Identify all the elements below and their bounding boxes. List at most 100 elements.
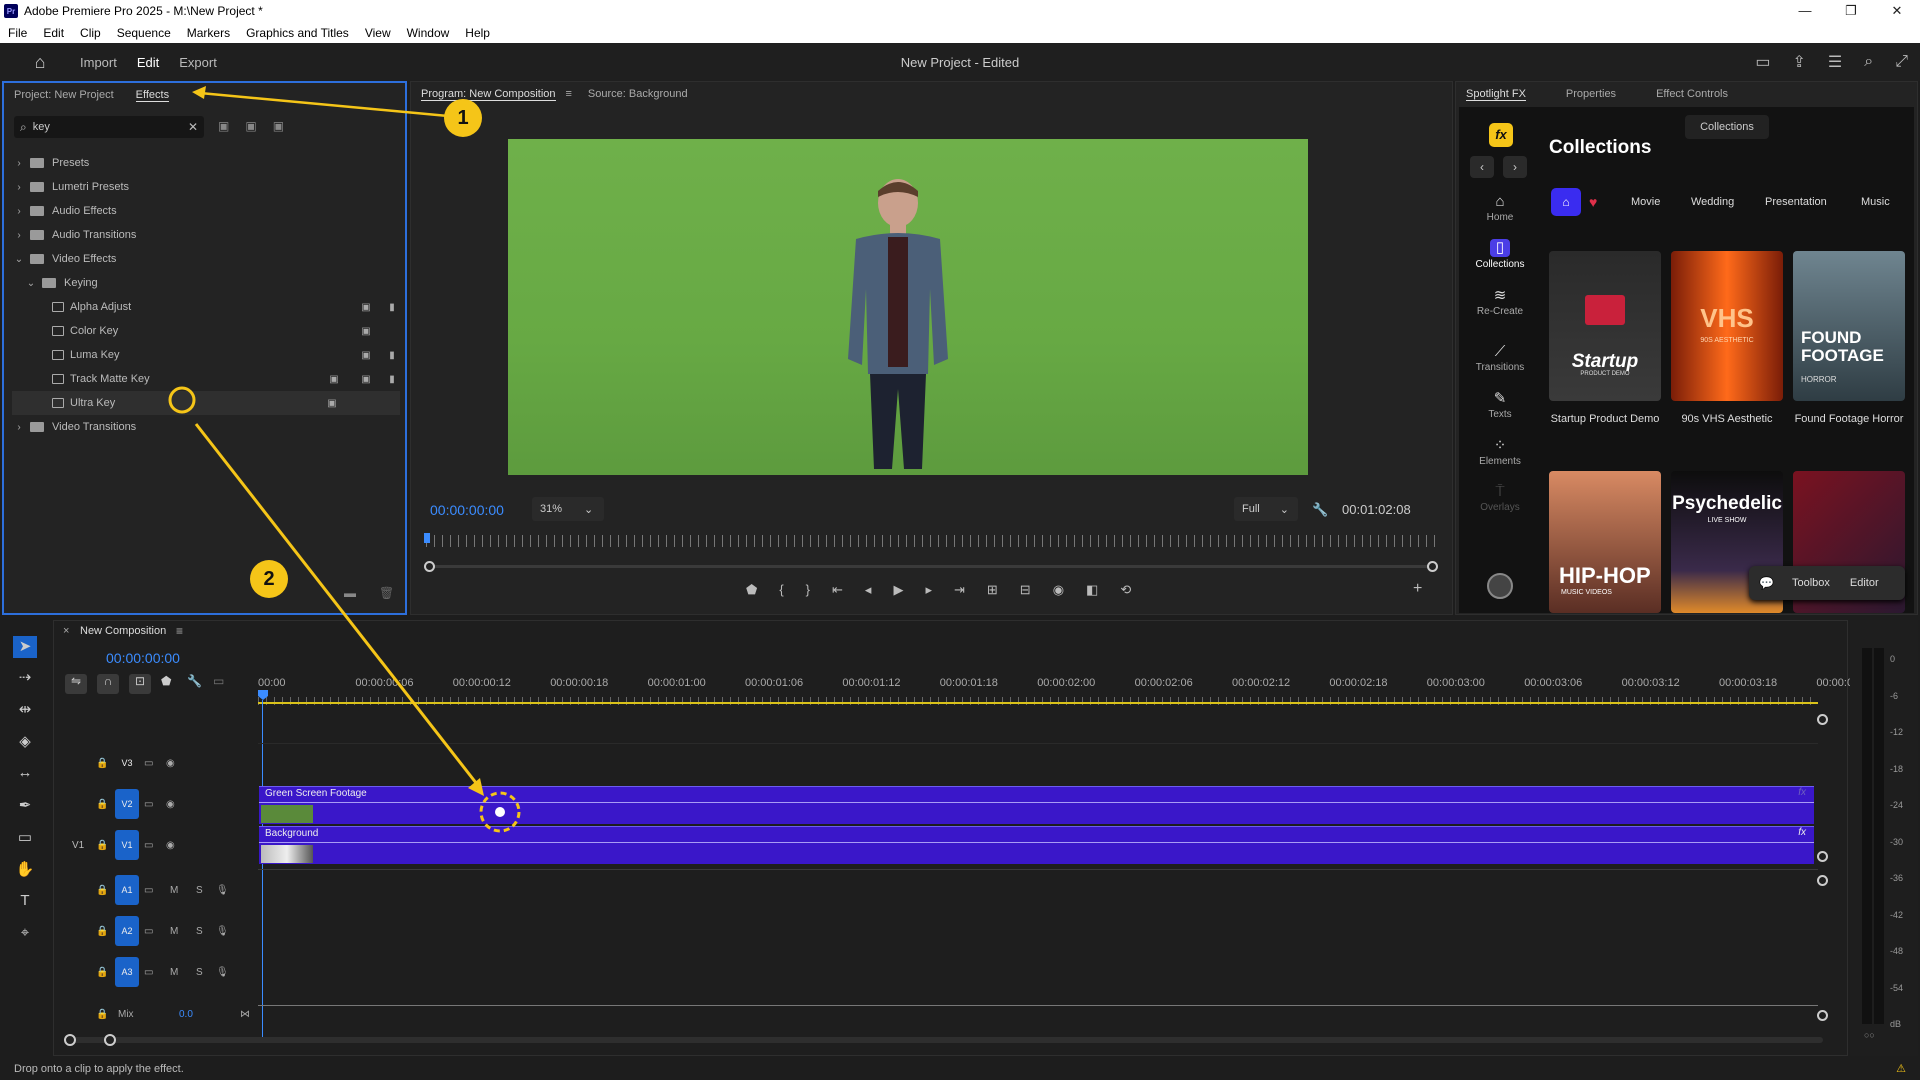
step-forward-icon[interactable]: ▸: [925, 582, 932, 598]
vr-video-icon[interactable]: ⟲: [1120, 582, 1131, 598]
mute-button[interactable]: M: [170, 967, 178, 978]
microphone-icon[interactable]: 🎙: [216, 967, 229, 978]
menu-clip[interactable]: Clip: [72, 26, 109, 40]
menu-help[interactable]: Help: [457, 26, 498, 40]
razor-tool-icon[interactable]: ◈: [10, 732, 40, 764]
chevron-right-icon[interactable]: ›: [12, 206, 26, 217]
playhead-marker[interactable]: [424, 533, 430, 543]
eye-icon[interactable]: ◉: [166, 840, 175, 851]
tree-item-color-key[interactable]: Color Key ▣: [12, 319, 402, 343]
microphone-icon[interactable]: 🎙: [216, 885, 229, 896]
lock-icon[interactable]: 🔒: [96, 799, 108, 810]
trash-icon[interactable]: 🗑: [379, 586, 394, 600]
category-movie[interactable]: Movie: [1631, 196, 1660, 208]
menu-graphics-and-titles[interactable]: Graphics and Titles: [238, 26, 357, 40]
nav-overlays[interactable]: ⍑ Overlays: [1462, 483, 1538, 513]
home-icon[interactable]: ⌂: [20, 52, 60, 73]
lock-icon[interactable]: 🔒: [96, 967, 108, 978]
rectangle-tool-icon[interactable]: ▭: [10, 828, 40, 860]
menu-edit[interactable]: Edit: [35, 26, 72, 40]
back-arrow-icon[interactable]: ‹: [1470, 156, 1494, 178]
tree-item-presets[interactable]: › Presets: [12, 151, 402, 175]
search-help-icon[interactable]: ⌕: [1864, 53, 1873, 71]
monitor-zoom-bar[interactable]: [428, 565, 1434, 568]
sequence-tab[interactable]: New Composition: [80, 625, 166, 637]
new-bin-icon[interactable]: ▬: [344, 586, 356, 600]
tree-item-video-effects[interactable]: ⌄ Video Effects: [12, 247, 402, 271]
category-home-icon[interactable]: ⌂: [1551, 188, 1581, 216]
card-found-footage-horror[interactable]: FOUND FOOTAGE HORROR: [1793, 251, 1905, 401]
category-wedding[interactable]: Wedding: [1691, 196, 1734, 208]
timeline-timecode[interactable]: 00:00:00:00: [106, 650, 180, 666]
tab-effects[interactable]: Effects: [135, 89, 170, 102]
sync-lock-icon[interactable]: ▭: [144, 758, 153, 769]
button-editor-plus-icon[interactable]: +: [1413, 580, 1422, 598]
workspaces-icon[interactable]: ☰: [1828, 52, 1842, 72]
monitor-ruler[interactable]: [426, 535, 1436, 547]
tab-export[interactable]: Export: [179, 55, 217, 70]
tab-spotlight-fx[interactable]: Spotlight FX: [1466, 88, 1526, 101]
chevron-right-icon[interactable]: ›: [12, 158, 26, 169]
nest-icon[interactable]: ⇋: [65, 674, 87, 694]
comparison-view-icon[interactable]: ◧: [1086, 582, 1098, 598]
sequence-menu-icon[interactable]: ≡: [176, 624, 183, 638]
tree-item-video-transitions[interactable]: › Video Transitions: [12, 415, 402, 439]
mute-button[interactable]: M: [170, 926, 178, 937]
mute-button[interactable]: M: [170, 885, 178, 896]
menu-view[interactable]: View: [357, 26, 399, 40]
fullscreen-icon[interactable]: ⤢: [1895, 53, 1908, 71]
close-button[interactable]: ✕: [1874, 0, 1920, 22]
lift-icon[interactable]: ⊞: [987, 582, 998, 598]
quality-select[interactable]: Full ⌄: [1234, 497, 1298, 521]
zoom-select[interactable]: 31% ⌄: [532, 497, 604, 521]
microphone-icon[interactable]: 🎙: [216, 926, 229, 937]
audio-scroll-handle-bottom[interactable]: [1817, 1010, 1828, 1021]
chevron-down-icon[interactable]: ⌄: [24, 278, 38, 289]
solo-button[interactable]: S: [196, 967, 203, 978]
card-hip-hop-music-videos[interactable]: HIP-HOP MUSIC VIDEOS: [1549, 471, 1661, 613]
tree-item-track-matte-key[interactable]: Track Matte Key ▣ ▣ ▮: [12, 367, 402, 391]
video-scroll-handle-top[interactable]: [1817, 714, 1828, 725]
nav-home[interactable]: ⌂ Home: [1462, 193, 1538, 223]
slip-tool-icon[interactable]: ↔: [10, 764, 40, 796]
scroll-handle-left[interactable]: [64, 1034, 76, 1046]
program-video-frame[interactable]: [508, 139, 1308, 475]
maximize-button[interactable]: ❐: [1828, 0, 1874, 22]
track-label-v3[interactable]: V3: [115, 748, 139, 778]
editor-button[interactable]: Editor: [1850, 577, 1879, 589]
go-to-in-icon[interactable]: ⇤: [832, 582, 843, 598]
track-label-v1[interactable]: V1: [115, 830, 139, 860]
mark-out-icon[interactable]: }: [806, 582, 810, 598]
eye-icon[interactable]: ◉: [166, 799, 175, 810]
warning-icon[interactable]: ⚠: [1896, 1058, 1906, 1080]
scroll-handle-right[interactable]: [104, 1034, 116, 1046]
extract-icon[interactable]: ⊟: [1020, 582, 1031, 598]
track-label-a1[interactable]: A1: [115, 875, 139, 905]
tree-item-luma-key[interactable]: Luma Key ▣ ▮: [12, 343, 402, 367]
chevron-right-icon[interactable]: ›: [12, 182, 26, 193]
snap-icon[interactable]: ∩: [97, 674, 119, 694]
close-sequence-icon[interactable]: ×: [63, 625, 69, 637]
play-icon[interactable]: ▶: [893, 582, 903, 598]
category-music[interactable]: Music: [1861, 196, 1890, 208]
card-90s-vhs-aesthetic[interactable]: VHS 90S AESTHETIC: [1671, 251, 1783, 401]
timeline-settings-icon[interactable]: 🔧: [187, 674, 203, 694]
pen-tool-icon[interactable]: ✒: [10, 796, 40, 828]
tab-program[interactable]: Program: New Composition: [421, 88, 556, 101]
collections-button[interactable]: Collections: [1685, 115, 1769, 139]
tab-import[interactable]: Import: [80, 55, 117, 70]
chat-icon[interactable]: 💬: [1759, 576, 1774, 590]
chevron-right-icon[interactable]: ›: [12, 422, 26, 433]
tree-item-lumetri-presets[interactable]: › Lumetri Presets: [12, 175, 402, 199]
menu-markers[interactable]: Markers: [179, 26, 238, 40]
tree-item-audio-effects[interactable]: › Audio Effects: [12, 199, 402, 223]
track-label-a3[interactable]: A3: [115, 957, 139, 987]
tree-item-keying[interactable]: ⌄ Keying: [12, 271, 402, 295]
tree-item-ultra-key[interactable]: Ultra Key ▣: [12, 391, 400, 415]
nav-re-create[interactable]: ≋ Re-Create: [1462, 286, 1538, 317]
favorites-heart-icon[interactable]: ♥: [1589, 194, 1597, 210]
meter-solo-icon[interactable]: ○○: [1864, 1030, 1875, 1040]
solo-button[interactable]: S: [196, 926, 203, 937]
linked-selection-icon[interactable]: ⊡: [129, 674, 151, 694]
32bit-effects-icon[interactable]: ▣: [245, 119, 256, 133]
